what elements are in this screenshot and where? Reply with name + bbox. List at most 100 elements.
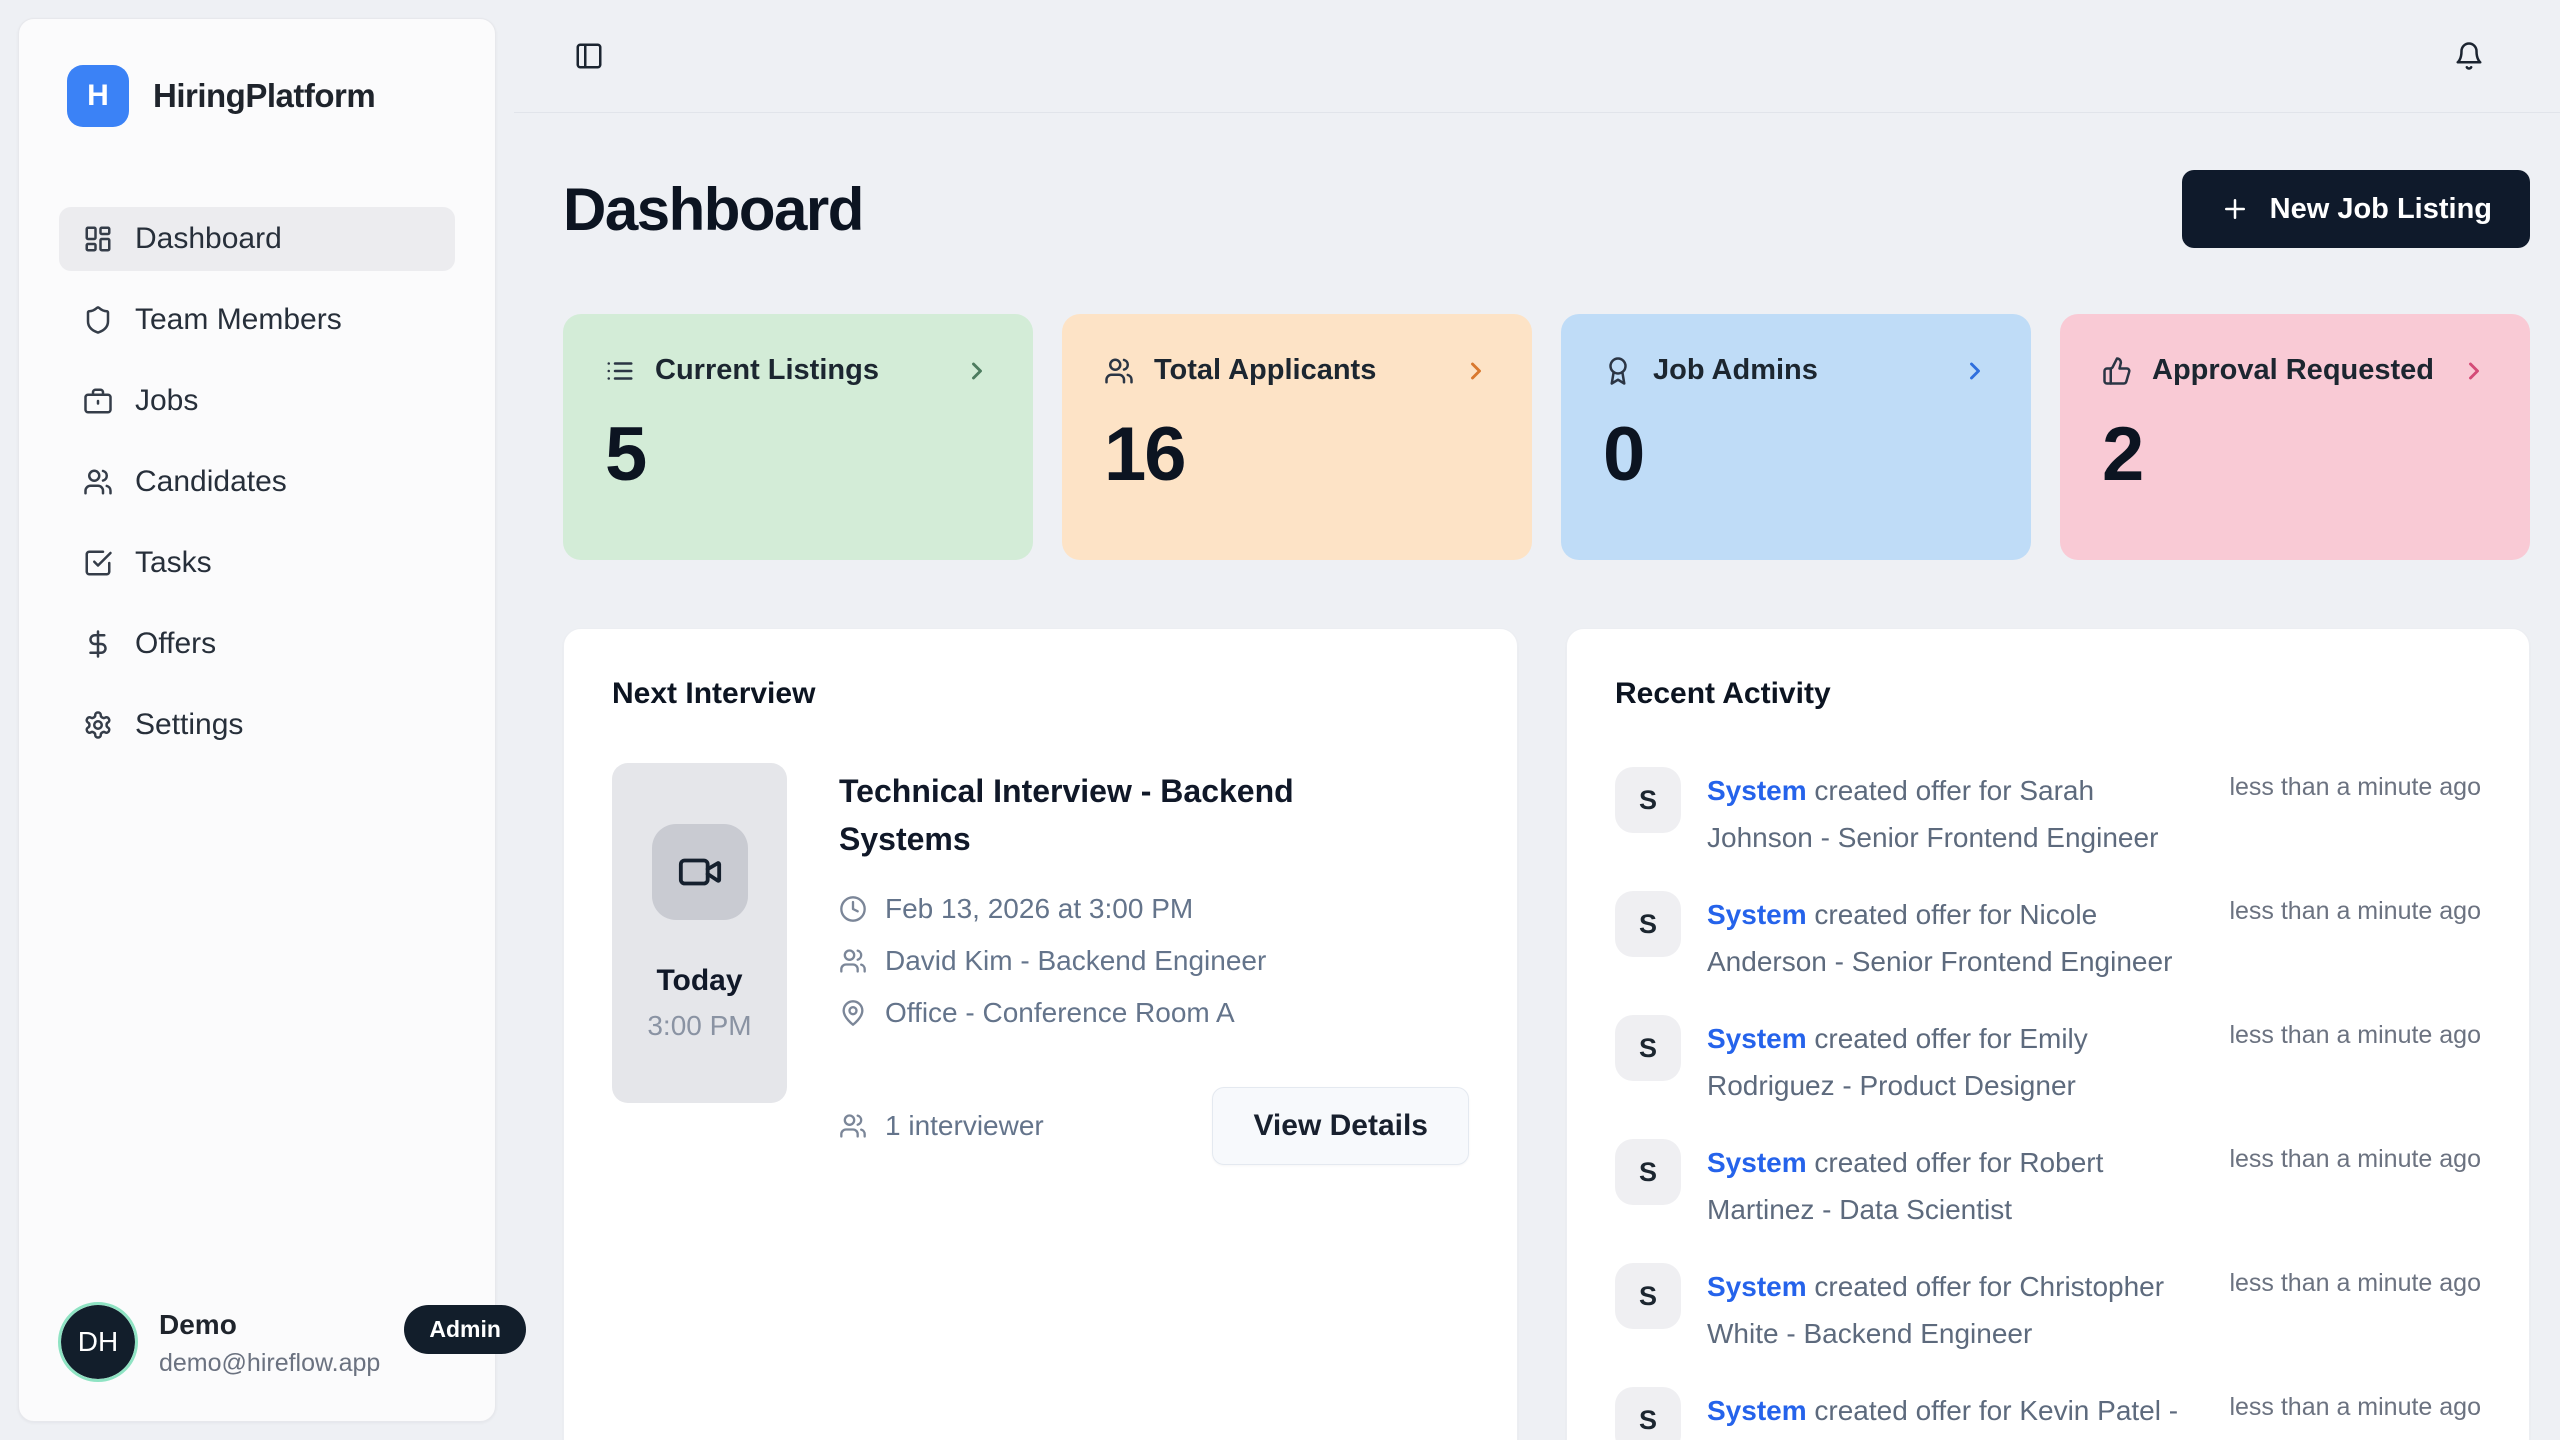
chevron-right-icon: [1961, 357, 1989, 385]
briefcase-icon: [83, 386, 113, 416]
activity-text: System created offer for Sarah Johnson -…: [1707, 767, 2203, 861]
topbar: [514, 0, 2560, 113]
app-logo-letter: H: [87, 79, 109, 113]
activity-actor: System: [1707, 1271, 1807, 1302]
interview-candidate: David Kim - Backend Engineer: [885, 945, 1266, 977]
activity-actor: System: [1707, 899, 1807, 930]
shield-icon: [83, 305, 113, 335]
award-icon: [1603, 356, 1633, 386]
notifications-button[interactable]: [2450, 37, 2488, 75]
stat-card-total-applicants[interactable]: Total Applicants 16: [1062, 314, 1532, 560]
app-logo: H: [67, 65, 129, 127]
sidebar-item-dashboard[interactable]: Dashboard: [59, 207, 455, 271]
sidebar-nav: Dashboard Team Members Jobs Candidates T…: [59, 207, 455, 774]
avatar-initials: DH: [78, 1326, 118, 1358]
user-email: demo@hireflow.app: [159, 1349, 380, 1378]
user-menu[interactable]: DH Demo demo@hireflow.app Admin: [59, 1305, 455, 1379]
activity-actor: System: [1707, 1147, 1807, 1178]
avatar: DH: [61, 1305, 135, 1379]
activity-actor: System: [1707, 1395, 1807, 1426]
new-job-listing-button[interactable]: New Job Listing: [2182, 170, 2530, 248]
interview-location-row: Office - Conference Room A: [839, 997, 1469, 1029]
activity-item: S System created offer for Emily Rodrigu…: [1615, 1015, 2481, 1109]
chevron-right-icon: [963, 357, 991, 385]
interview-datetime: Feb 13, 2026 at 3:00 PM: [885, 893, 1193, 925]
role-badge: Admin: [404, 1305, 526, 1354]
clock-icon: [839, 895, 867, 923]
interviewer-count-row: 1 interviewer: [839, 1110, 1044, 1142]
user-info: Demo demo@hireflow.app: [159, 1305, 380, 1378]
activity-timestamp: less than a minute ago: [2229, 1387, 2481, 1422]
activity-avatar: S: [1615, 1139, 1681, 1205]
sidebar-item-label: Tasks: [135, 546, 212, 580]
activity-avatar: S: [1615, 891, 1681, 957]
stat-label: Approval Requested: [2152, 354, 2434, 387]
dashboard-icon: [83, 224, 113, 254]
activity-item: S System created offer for Nicole Anders…: [1615, 891, 2481, 985]
sidebar-item-label: Dashboard: [135, 222, 282, 256]
video-camera-icon: [652, 824, 748, 920]
activity-timestamp: less than a minute ago: [2229, 1263, 2481, 1298]
activity-avatar: S: [1615, 1387, 1681, 1440]
activity-text: System created offer for Robert Martinez…: [1707, 1139, 2203, 1233]
next-interview-panel: Next Interview Today 3:00 PM Technical I…: [563, 628, 1518, 1440]
activity-list: S System created offer for Sarah Johnson…: [1615, 767, 2481, 1440]
stat-value: 5: [605, 411, 991, 498]
stat-label: Job Admins: [1653, 354, 1818, 387]
view-details-button[interactable]: View Details: [1212, 1087, 1469, 1165]
sidebar-item-jobs[interactable]: Jobs: [59, 369, 455, 433]
activity-avatar: S: [1615, 767, 1681, 833]
stat-label: Current Listings: [655, 354, 879, 387]
recent-activity-title: Recent Activity: [1615, 677, 2481, 711]
list-icon: [605, 356, 635, 386]
sidebar-item-label: Settings: [135, 708, 243, 742]
sidebar-item-team-members[interactable]: Team Members: [59, 288, 455, 352]
interview-location: Office - Conference Room A: [885, 997, 1235, 1029]
interview-day: Today: [656, 964, 742, 998]
stat-card-approval-requested[interactable]: Approval Requested 2: [2060, 314, 2530, 560]
users-icon: [1104, 356, 1134, 386]
sidebar-item-label: Jobs: [135, 384, 198, 418]
sidebar-toggle-button[interactable]: [570, 37, 608, 75]
main-content: Dashboard New Job Listing Current Listin…: [514, 114, 2560, 1440]
sidebar-item-label: Candidates: [135, 465, 287, 499]
sidebar-item-settings[interactable]: Settings: [59, 693, 455, 757]
interview-datetime-row: Feb 13, 2026 at 3:00 PM: [839, 893, 1469, 925]
sidebar: H HiringPlatform Dashboard Team Members …: [18, 18, 496, 1422]
interview-candidate-row: David Kim - Backend Engineer: [839, 945, 1469, 977]
interview-title: Technical Interview - Backend Systems: [839, 767, 1319, 863]
stat-value: 0: [1603, 411, 1989, 498]
stat-value: 2: [2102, 411, 2488, 498]
activity-item: S System created offer for Sarah Johnson…: [1615, 767, 2481, 861]
user-name: Demo: [159, 1309, 380, 1341]
activity-item: S System created offer for Christopher W…: [1615, 1263, 2481, 1357]
task-check-icon: [83, 548, 113, 578]
sidebar-item-tasks[interactable]: Tasks: [59, 531, 455, 595]
activity-actor: System: [1707, 1023, 1807, 1054]
panel-left-icon: [574, 41, 604, 71]
sidebar-item-candidates[interactable]: Candidates: [59, 450, 455, 514]
interview-date-block: Today 3:00 PM: [612, 763, 787, 1103]
page-title: Dashboard: [563, 175, 863, 244]
activity-item: S System created offer for Robert Martin…: [1615, 1139, 2481, 1233]
recent-activity-panel: Recent Activity S System created offer f…: [1566, 628, 2530, 1440]
activity-timestamp: less than a minute ago: [2229, 767, 2481, 802]
users-icon: [83, 467, 113, 497]
sidebar-item-offers[interactable]: Offers: [59, 612, 455, 676]
stat-card-job-admins[interactable]: Job Admins 0: [1561, 314, 2031, 560]
users-icon: [839, 947, 867, 975]
activity-avatar: S: [1615, 1263, 1681, 1329]
chevron-right-icon: [2460, 357, 2488, 385]
app-brand: H HiringPlatform: [59, 65, 455, 127]
stat-card-current-listings[interactable]: Current Listings 5: [563, 314, 1033, 560]
plus-icon: [2220, 194, 2250, 224]
activity-text: System created offer for Nicole Anderson…: [1707, 891, 2203, 985]
next-interview-title: Next Interview: [612, 677, 1469, 711]
activity-timestamp: less than a minute ago: [2229, 1139, 2481, 1174]
activity-timestamp: less than a minute ago: [2229, 891, 2481, 926]
activity-avatar: S: [1615, 1015, 1681, 1081]
activity-timestamp: less than a minute ago: [2229, 1015, 2481, 1050]
interviewer-count: 1 interviewer: [885, 1110, 1044, 1142]
users-icon: [839, 1112, 867, 1140]
new-job-listing-label: New Job Listing: [2270, 193, 2492, 226]
